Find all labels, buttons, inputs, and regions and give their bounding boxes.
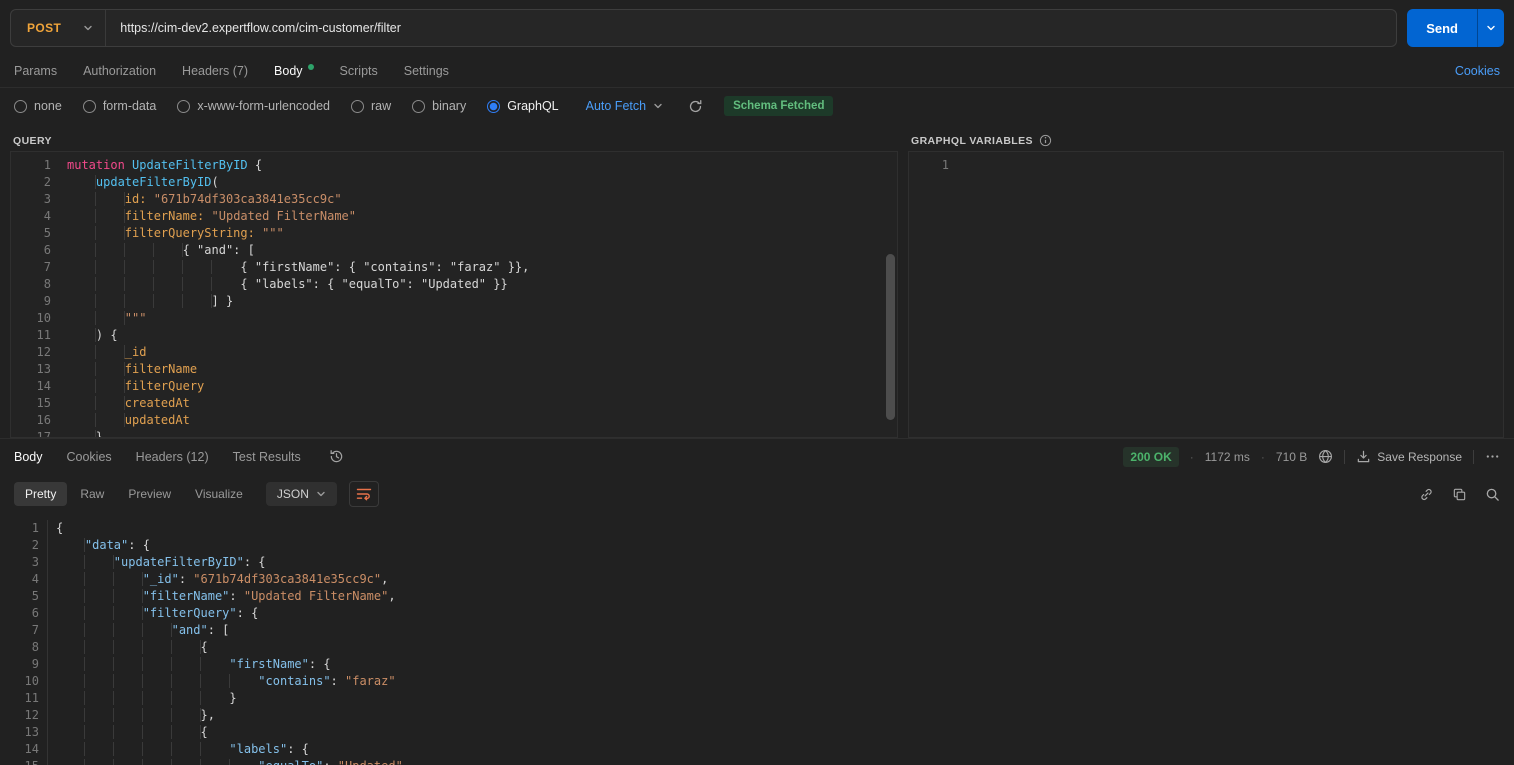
view-tab-pretty[interactable]: Pretty xyxy=(14,482,67,506)
chevron-down-icon xyxy=(1486,23,1496,33)
radio-icon xyxy=(14,100,27,113)
view-tab-preview[interactable]: Preview xyxy=(117,482,182,506)
request-url-row: POST Send xyxy=(0,0,1514,54)
graphql-panes: QUERY 1mutation UpdateFilterByID {2 upda… xyxy=(0,124,1514,438)
query-scrollbar[interactable] xyxy=(886,254,895,420)
bodytype-label: none xyxy=(34,99,62,113)
send-options-button[interactable] xyxy=(1477,9,1504,47)
bodytype-label: binary xyxy=(432,99,466,113)
wrap-lines-icon xyxy=(356,487,372,501)
wrap-lines-toggle[interactable] xyxy=(349,481,379,507)
send-button[interactable]: Send xyxy=(1407,9,1477,47)
bodytype-label: raw xyxy=(371,99,391,113)
divider xyxy=(1344,450,1345,464)
query-title: QUERY xyxy=(13,135,52,147)
variables-code: 1 xyxy=(909,157,1503,174)
status-badge: 200 OK xyxy=(1123,447,1178,467)
bodytype-form-data[interactable]: form-data xyxy=(83,99,157,113)
response-header: Body Cookies Headers (12) Test Results 2… xyxy=(0,438,1514,474)
bodytype-none[interactable]: none xyxy=(14,99,62,113)
url-input[interactable] xyxy=(106,10,1396,46)
divider xyxy=(1473,450,1474,464)
tab-scripts[interactable]: Scripts xyxy=(340,64,378,78)
schema-status-badge: Schema Fetched xyxy=(724,96,833,116)
refresh-schema-icon[interactable] xyxy=(688,99,703,114)
graphql-variables-editor[interactable]: 1 xyxy=(908,151,1504,438)
cookies-link[interactable]: Cookies xyxy=(1455,64,1500,78)
bodytype-binary[interactable]: binary xyxy=(412,99,466,113)
response-tab-test-results[interactable]: Test Results xyxy=(233,450,301,464)
response-size: 710 B xyxy=(1276,450,1307,464)
graphql-query-editor[interactable]: 1mutation UpdateFilterByID {2 updateFilt… xyxy=(10,151,898,438)
chevron-down-icon xyxy=(83,23,93,33)
variables-title: GRAPHQL VARIABLES xyxy=(911,135,1033,147)
tab-authorization[interactable]: Authorization xyxy=(83,64,156,78)
body-modified-dot xyxy=(308,64,314,70)
view-tab-raw[interactable]: Raw xyxy=(69,482,115,506)
body-type-row: none form-data x-www-form-urlencoded raw… xyxy=(0,88,1514,124)
send-button-group: Send xyxy=(1407,9,1504,47)
network-info-icon[interactable] xyxy=(1318,449,1333,464)
response-status-cluster: 200 OK 1172 ms 710 B Save Response xyxy=(1123,447,1500,467)
bodytype-x-www-form-urlencoded[interactable]: x-www-form-urlencoded xyxy=(177,99,330,113)
separator-dot xyxy=(1190,450,1194,464)
search-icon[interactable] xyxy=(1485,487,1500,502)
request-tabs: Params Authorization Headers (7) Body Sc… xyxy=(0,54,1514,88)
api-client-window: POST Send Params Authorization Headers (… xyxy=(0,0,1514,765)
save-response-button[interactable]: Save Response xyxy=(1356,449,1462,464)
tab-headers[interactable]: Headers (7) xyxy=(182,64,248,78)
response-time: 1172 ms xyxy=(1205,450,1250,464)
bodytype-raw[interactable]: raw xyxy=(351,99,391,113)
response-body-viewer[interactable]: 1{2 "data": {3 "updateFilterByID": {4 "_… xyxy=(0,514,1514,765)
save-response-label: Save Response xyxy=(1377,450,1462,464)
query-section-label: QUERY xyxy=(10,126,898,151)
chevron-down-icon xyxy=(653,101,663,111)
radio-icon xyxy=(412,100,425,113)
variables-section-label: GRAPHQL VARIABLES xyxy=(908,126,1504,151)
bodytype-label: x-www-form-urlencoded xyxy=(197,99,330,113)
bodytype-graphql[interactable]: GraphQL xyxy=(487,99,558,113)
download-icon xyxy=(1356,449,1371,464)
response-tab-cookies[interactable]: Cookies xyxy=(67,450,112,464)
auto-fetch-dropdown[interactable]: Auto Fetch xyxy=(586,99,663,113)
more-options-icon[interactable] xyxy=(1485,449,1500,464)
tab-settings[interactable]: Settings xyxy=(404,64,449,78)
copy-icon[interactable] xyxy=(1452,487,1467,502)
chevron-down-icon xyxy=(316,489,326,499)
bodytype-label: GraphQL xyxy=(507,99,558,113)
response-history-icon[interactable] xyxy=(329,449,344,464)
format-label: JSON xyxy=(277,487,309,501)
link-icon[interactable] xyxy=(1419,487,1434,502)
format-dropdown[interactable]: JSON xyxy=(266,482,337,506)
separator-dot xyxy=(1261,450,1265,464)
query-code: 1mutation UpdateFilterByID {2 updateFilt… xyxy=(11,157,897,438)
view-tab-visualize[interactable]: Visualize xyxy=(184,482,254,506)
tab-params[interactable]: Params xyxy=(14,64,57,78)
radio-icon xyxy=(177,100,190,113)
response-action-icons xyxy=(1419,487,1500,502)
tab-body-label: Body xyxy=(274,64,303,78)
tab-body[interactable]: Body xyxy=(274,64,314,78)
radio-selected-icon xyxy=(487,100,500,113)
response-tab-body[interactable]: Body xyxy=(14,450,43,464)
response-toolbar: Pretty Raw Preview Visualize JSON xyxy=(0,474,1514,514)
request-url-bar: POST xyxy=(10,9,1397,47)
radio-icon xyxy=(83,100,96,113)
variables-pane: GRAPHQL VARIABLES 1 xyxy=(908,126,1504,438)
query-pane: QUERY 1mutation UpdateFilterByID {2 upda… xyxy=(10,126,898,438)
response-tab-headers[interactable]: Headers (12) xyxy=(136,450,209,464)
method-label: POST xyxy=(27,21,61,35)
response-code: 1{2 "data": {3 "updateFilterByID": {4 "_… xyxy=(0,520,1514,765)
bodytype-label: form-data xyxy=(103,99,157,113)
auto-fetch-label: Auto Fetch xyxy=(586,99,646,113)
info-icon xyxy=(1039,134,1052,147)
radio-icon xyxy=(351,100,364,113)
method-selector[interactable]: POST xyxy=(11,10,105,46)
